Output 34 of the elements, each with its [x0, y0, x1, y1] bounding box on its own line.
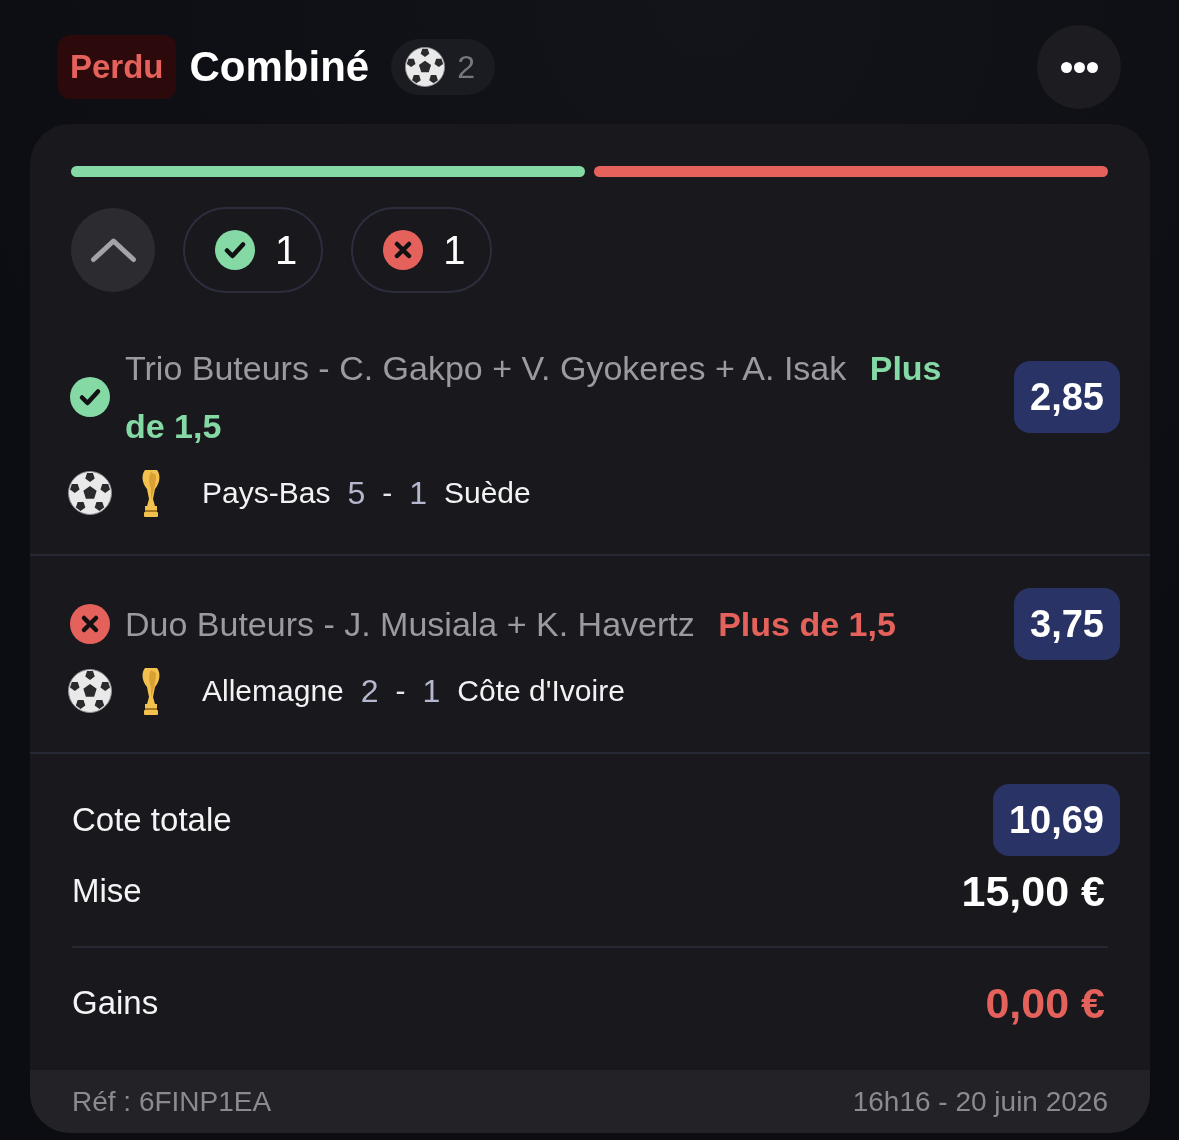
total-odds-label: Cote totale [72, 801, 232, 839]
score-separator: - [382, 476, 393, 510]
status-badge: Perdu [58, 35, 176, 99]
stake-value: 15,00 € [961, 866, 1105, 916]
odds-badge: 10,69 [992, 784, 1120, 856]
team-name: Côte d'Ivoire [457, 674, 625, 708]
team-name: Suède [444, 476, 531, 510]
team-name: Allemagne [202, 674, 344, 708]
score: 5 [347, 474, 366, 512]
soccer-ball-icon [405, 47, 446, 87]
trophy-icon [140, 667, 162, 715]
soccer-ball-icon [68, 669, 112, 713]
bet-title: Combiné [189, 43, 370, 91]
selection-count: 2 [457, 48, 475, 86]
filter-chip[interactable]: 1 [183, 207, 324, 293]
winnings-label: Gains [72, 984, 159, 1022]
reference-text: Réf : 6FINP1EA [72, 1085, 272, 1118]
date-text: 16h16 - 20 juin 2026 [852, 1085, 1108, 1118]
odds-badge: 3,75 [1014, 588, 1120, 660]
chevron-up-icon [89, 237, 137, 263]
trophy-icon [140, 469, 162, 517]
soccer-ball-icon [68, 471, 112, 515]
score: 1 [409, 474, 427, 512]
score: 1 [422, 672, 441, 710]
winnings-value: 0,00 € [985, 978, 1105, 1028]
filter-chip[interactable]: 1 [351, 207, 492, 293]
team-name: Pays-Bas [202, 476, 331, 510]
selection-title: Trio Buteurs - C. Gakpo + V. Gyokeres + A. Isak Plus de 1,5 [125, 348, 943, 447]
selection-title: Duo Buteurs - J. Musiala + K. Havertz Plus de 1,5 [125, 604, 897, 645]
score-separator: - [395, 674, 406, 708]
odds-badge: 2,85 [1014, 361, 1120, 433]
stake-label: Mise [72, 872, 142, 910]
more-icon [1060, 61, 1098, 73]
score: 2 [360, 672, 379, 710]
